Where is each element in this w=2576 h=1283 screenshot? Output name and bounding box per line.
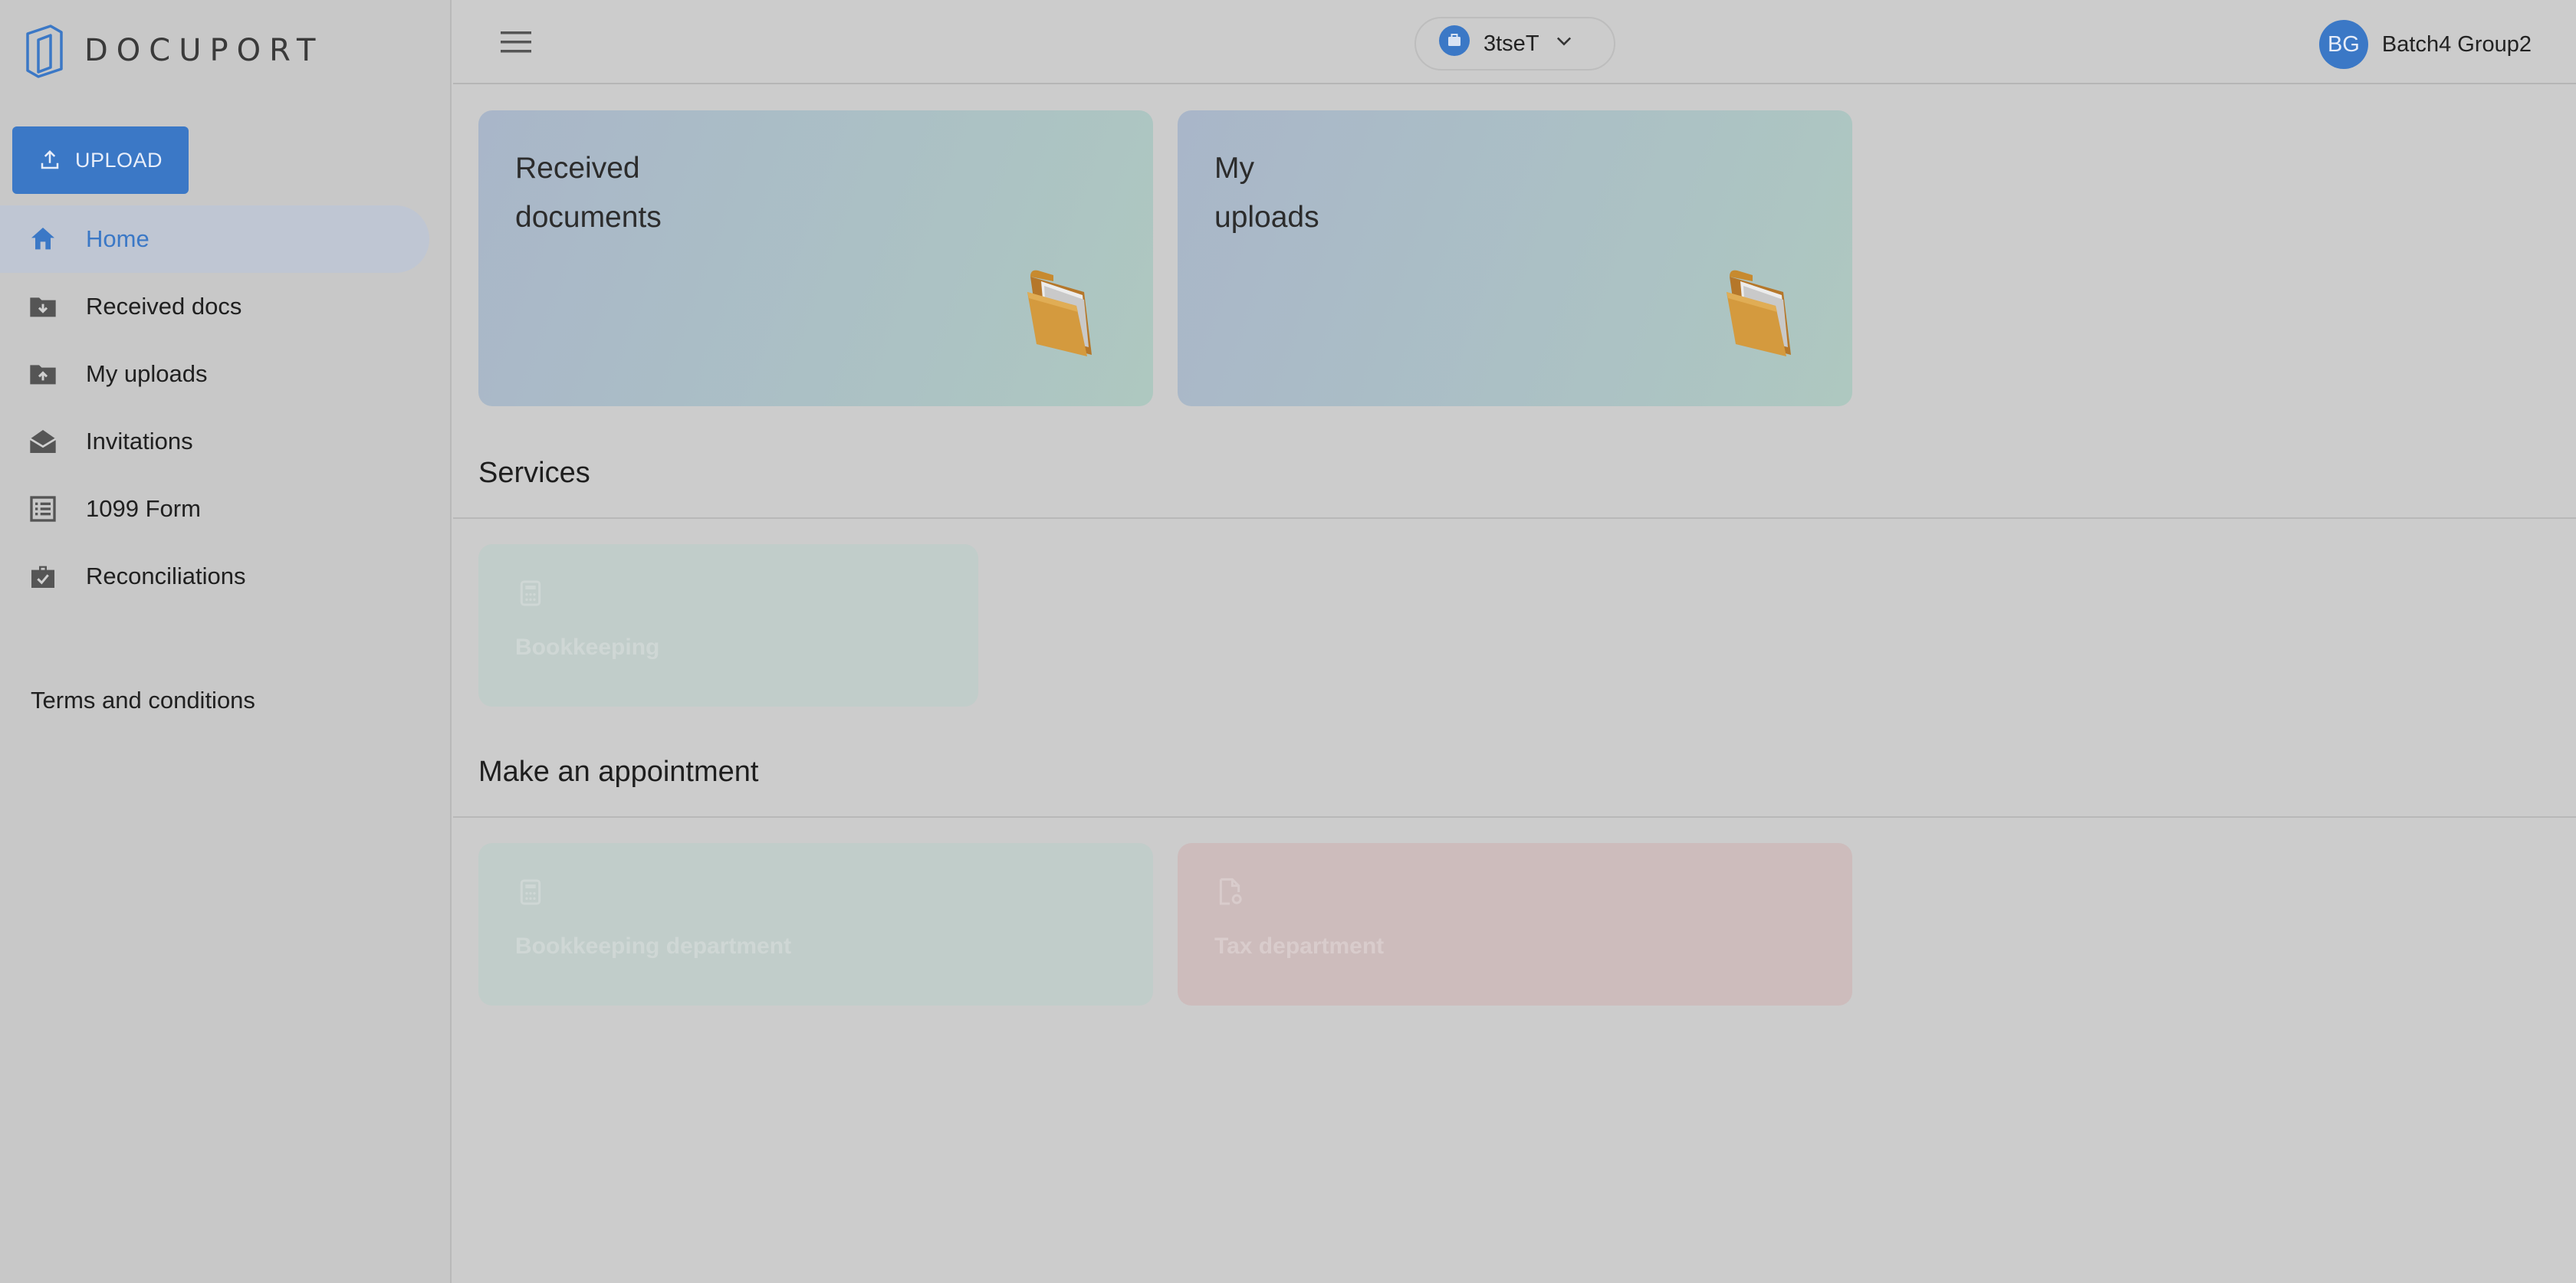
home-icon	[28, 224, 58, 254]
my-uploads-card[interactable]: My uploads	[1178, 110, 1852, 406]
appointment-bookkeeping-department[interactable]: Bookkeeping department	[478, 843, 1153, 1006]
sidebar-item-home[interactable]: Home	[0, 205, 429, 273]
folder-3d-icon	[1023, 261, 1099, 363]
sidebar-item-label: Reconciliations	[86, 563, 246, 589]
appointment-title: Make an appointment	[478, 756, 759, 788]
form-list-icon	[28, 494, 58, 524]
card-title: My uploads	[1214, 152, 1319, 234]
sidebar-item-label: My uploads	[86, 360, 208, 387]
chevron-down-icon	[1553, 30, 1575, 57]
folder-download-icon	[28, 291, 58, 322]
sidebar-item-received-docs[interactable]: Received docs	[0, 273, 452, 340]
logo-text: DOCUPORT	[84, 33, 324, 68]
folder-upload-icon	[28, 359, 58, 389]
avatar: BG	[2318, 20, 2368, 69]
sidebar-nav: Home Received docs My uploads Invitation…	[0, 205, 452, 610]
upload-icon	[41, 149, 59, 169]
briefcase-check-icon	[28, 561, 58, 592]
sidebar-item-label: Home	[86, 225, 150, 252]
appointment-label: Bookkeeping department	[515, 934, 792, 959]
sidebar-item-my-uploads[interactable]: My uploads	[0, 340, 452, 408]
top-bar: 3tseT BG Batch4 Group2	[453, 0, 2576, 84]
appointment-label: Tax department	[1214, 934, 1385, 959]
docuport-logo-icon	[26, 25, 63, 78]
received-documents-card[interactable]: Received documents	[478, 110, 1153, 406]
upload-button[interactable]: UPLOAD	[12, 126, 189, 194]
sidebar-item-1099-form[interactable]: 1099 Form	[0, 475, 452, 543]
sidebar: DOCUPORT UPLOAD Home Received docs My up…	[0, 0, 452, 1283]
sidebar-item-label: Invitations	[86, 428, 193, 454]
company-briefcase-icon	[1439, 25, 1470, 62]
company-selector[interactable]: 3tseT	[1414, 17, 1615, 71]
envelope-open-icon	[28, 426, 58, 457]
section-divider	[453, 517, 2576, 519]
menu-icon[interactable]	[501, 29, 531, 59]
section-divider	[453, 816, 2576, 818]
service-bookkeeping[interactable]: Bookkeeping	[478, 544, 978, 707]
appointment-tax-department[interactable]: Tax department	[1178, 843, 1852, 1006]
sidebar-item-reconciliations[interactable]: Reconciliations	[0, 543, 452, 610]
service-label: Bookkeeping	[515, 635, 660, 660]
card-title: Received documents	[515, 152, 662, 234]
user-name: Batch4 Group2	[2381, 31, 2532, 57]
calculator-icon	[515, 877, 546, 911]
document-gear-icon	[1214, 877, 1245, 911]
sidebar-item-label: Received docs	[86, 293, 242, 320]
calculator-icon	[515, 578, 546, 612]
user-menu[interactable]: BG Batch4 Group2	[2318, 20, 2532, 69]
company-name: 3tseT	[1484, 31, 1539, 56]
app-logo[interactable]: DOCUPORT	[23, 23, 324, 78]
folder-3d-icon	[1722, 261, 1799, 363]
terms-link[interactable]: Terms and conditions	[31, 687, 255, 714]
services-title: Services	[478, 457, 590, 489]
sidebar-item-label: 1099 Form	[86, 495, 201, 522]
sidebar-item-invitations[interactable]: Invitations	[0, 408, 452, 475]
upload-button-label: UPLOAD	[74, 148, 163, 172]
